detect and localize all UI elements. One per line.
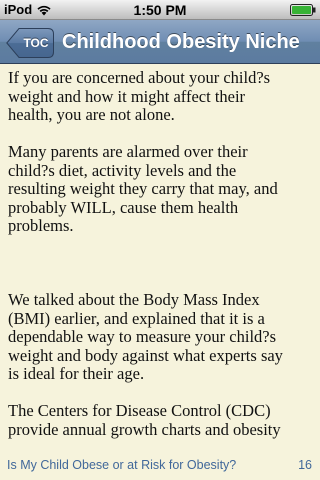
paragraph: The Centers for Disease Control (CDC) pr… [8, 401, 281, 439]
toc-back-button[interactable]: TOC [6, 28, 54, 58]
paragraph: If you are concerned about your child?s … [8, 68, 271, 124]
page-number: 16 [298, 458, 312, 472]
paragraph: We talked about the Body Mass Index (BMI… [8, 290, 283, 383]
navigation-bar: TOC Childhood Obesity Niche [0, 20, 320, 64]
page-title: Childhood Obesity Niche [62, 31, 300, 53]
toc-button-label: TOC [23, 36, 49, 50]
battery-icon [290, 4, 316, 16]
status-bar: iPod 1:50 PM [0, 0, 320, 20]
status-time: 1:50 PM [133, 2, 187, 18]
footer-bar: Is My Child Obese or at Risk for Obesity… [0, 450, 320, 480]
paragraph: Many parents are alarmed over their chil… [8, 142, 278, 235]
chapter-title-link[interactable]: Is My Child Obese or at Risk for Obesity… [7, 458, 236, 472]
book-content: If you are concerned about your child?s … [8, 64, 316, 450]
